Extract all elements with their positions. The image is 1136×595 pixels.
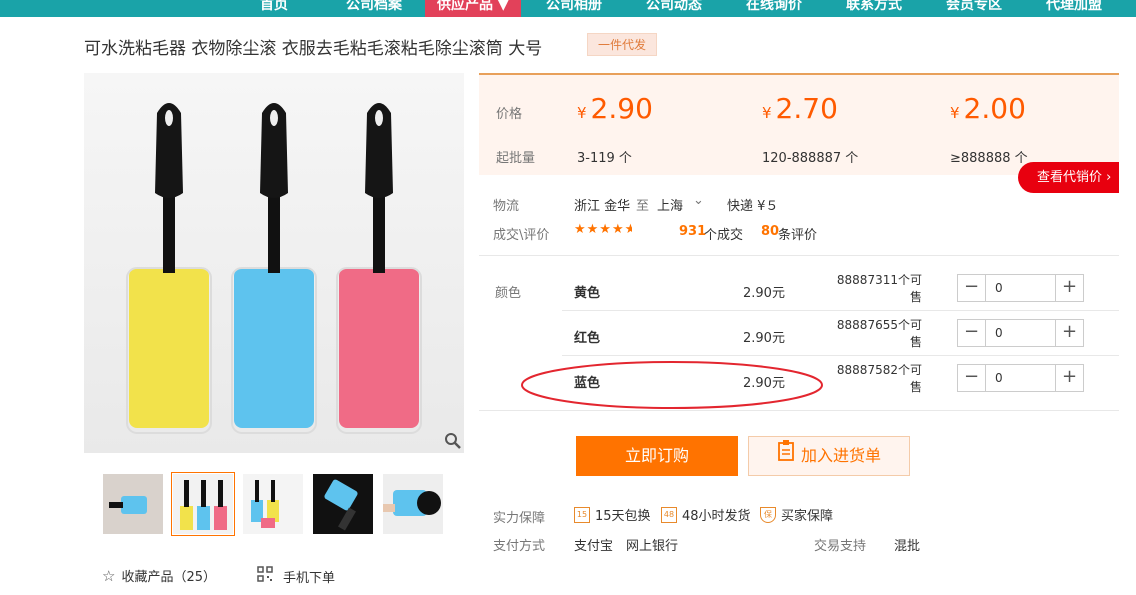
payment-label: 支付方式 (493, 539, 546, 554)
view-agent-price-button[interactable]: 查看代销价 › (1018, 162, 1119, 193)
qr-code-icon (257, 566, 273, 586)
thumbnail-1[interactable] (103, 474, 163, 534)
guarantee-label: 实力保障 (493, 511, 546, 526)
deals-label: 成交\评价 (493, 228, 550, 243)
quantity-stepper-blue: − 0 + (957, 364, 1084, 392)
zoom-icon[interactable] (444, 432, 462, 450)
ship-48-hours-icon: 48 (661, 506, 677, 523)
nav-album[interactable]: 公司相册 (546, 0, 602, 17)
ship-to-word: 至 (636, 199, 650, 214)
nav-company-profile[interactable]: 公司档案 (346, 0, 402, 17)
divider (479, 255, 1119, 256)
nav-contact[interactable]: 联系方式 (846, 0, 902, 17)
thumbnail-3[interactable] (243, 474, 303, 534)
star-outline-icon: ☆ (102, 566, 116, 585)
guarantee-item-buyer[interactable]: 保 买家保障 (760, 505, 833, 524)
plus-button[interactable]: + (1055, 320, 1083, 346)
nav-join[interactable]: 代理加盟 (1046, 0, 1102, 17)
quantity-input[interactable]: 0 (986, 320, 1055, 346)
sku-name-yellow: 黄色 (574, 286, 601, 301)
price-tier-3: ¥2.00 (950, 92, 1026, 125)
chevron-right-icon: › (1106, 170, 1112, 185)
mobile-order-label: 手机下单 (283, 570, 336, 586)
ship-from: 浙江 金华 (574, 199, 631, 214)
price-tier-2: ¥2.70 (762, 92, 838, 125)
review-count-suffix: 条评价 (778, 228, 818, 243)
lint-roller-illustration (84, 73, 464, 453)
nav-members[interactable]: 会员专区 (946, 0, 1002, 17)
dropship-badge: 一件代发 (587, 33, 658, 56)
price-label: 价格 (496, 107, 523, 122)
guarantee-item-shipping[interactable]: 48 48小时发货 (661, 505, 751, 524)
sku-stock-blue: 88887582个可售 (836, 363, 922, 394)
minus-button[interactable]: − (958, 320, 986, 346)
rating-stars-icon: ★★★★★ (574, 222, 632, 237)
price-tier-1: ¥2.90 (577, 92, 653, 125)
thumbnail-5[interactable] (383, 474, 443, 534)
quantity-stepper-yellow: − 0 + (957, 274, 1084, 302)
shipping-fee: 快递 ¥５ (727, 199, 779, 214)
product-title: 可水洗粘毛器 衣物除尘滚 衣服去毛粘毛滚粘毛除尘滚筒 大号 (84, 39, 543, 59)
add-to-cart-button[interactable]: 加入进货单 (748, 436, 910, 476)
chevron-down-icon[interactable]: ⌄ (693, 193, 704, 208)
qty-tier-3: ≥888888 个 (950, 151, 1028, 166)
divider (479, 410, 1119, 411)
quantity-input[interactable]: 0 (986, 365, 1055, 391)
deal-count-suffix: 个成交 (704, 228, 744, 243)
top-nav: 首页 公司档案 供应产品 ▼ 公司相册 公司动态 在线询价 联系方式 会员专区 … (0, 0, 1136, 17)
clipboard-icon (777, 437, 795, 475)
qty-tier-1: 3-119 个 (577, 151, 632, 166)
price-panel: 价格 起批量 ¥2.90 ¥2.70 ¥2.00 3-119 个 120-888… (479, 73, 1119, 175)
divider (562, 310, 1119, 311)
quantity-input[interactable]: 0 (986, 275, 1055, 301)
review-count[interactable]: 80 (761, 224, 779, 239)
mobile-order-button[interactable]: 手机下单 (257, 566, 335, 586)
main-product-image[interactable] (84, 73, 464, 453)
trade-support-label: 交易支持 (814, 539, 867, 554)
quantity-stepper-red: − 0 + (957, 319, 1084, 347)
buyer-protection-shield-icon: 保 (760, 506, 776, 523)
sku-name-red: 红色 (574, 331, 601, 346)
deal-count[interactable]: 931 (679, 224, 706, 239)
qty-tier-2: 120-888887 个 (762, 151, 859, 166)
color-label: 颜色 (495, 286, 522, 301)
highlight-ellipse (521, 361, 823, 409)
nav-home[interactable]: 首页 (260, 0, 288, 17)
thumbnail-4[interactable] (313, 474, 373, 534)
sku-price-yellow: 2.90元 (743, 286, 785, 301)
minus-button[interactable]: − (958, 275, 986, 301)
payment-methods: 支付宝 网上银行 (574, 539, 679, 554)
nav-news[interactable]: 公司动态 (646, 0, 702, 17)
nav-inquiry[interactable]: 在线询价 (746, 0, 802, 17)
sku-stock-yellow: 88887311个可售 (836, 273, 922, 304)
minus-button[interactable]: − (958, 365, 986, 391)
favorite-label: 收藏产品（25） (121, 570, 216, 585)
sku-price-red: 2.90元 (743, 331, 785, 346)
buy-now-button[interactable]: 立即订购 (576, 436, 738, 476)
ship-to-select[interactable]: 上海 (657, 195, 683, 214)
add-to-cart-label: 加入进货单 (800, 446, 881, 465)
divider (562, 355, 1119, 356)
sku-stock-red: 88887655个可售 (836, 318, 922, 349)
guarantee-item-exchange[interactable]: 15 15天包换 (574, 505, 651, 524)
plus-button[interactable]: + (1055, 275, 1083, 301)
exchange-15-days-icon: 15 (574, 506, 590, 523)
trade-support-value: 混批 (894, 539, 921, 554)
nav-products[interactable]: 供应产品 ▼ (425, 0, 521, 17)
moq-label: 起批量 (496, 151, 536, 166)
plus-button[interactable]: + (1055, 365, 1083, 391)
favorite-button[interactable]: ☆ 收藏产品（25） (102, 566, 216, 586)
thumbnail-2[interactable] (171, 472, 235, 536)
logistics-label: 物流 (493, 199, 520, 214)
